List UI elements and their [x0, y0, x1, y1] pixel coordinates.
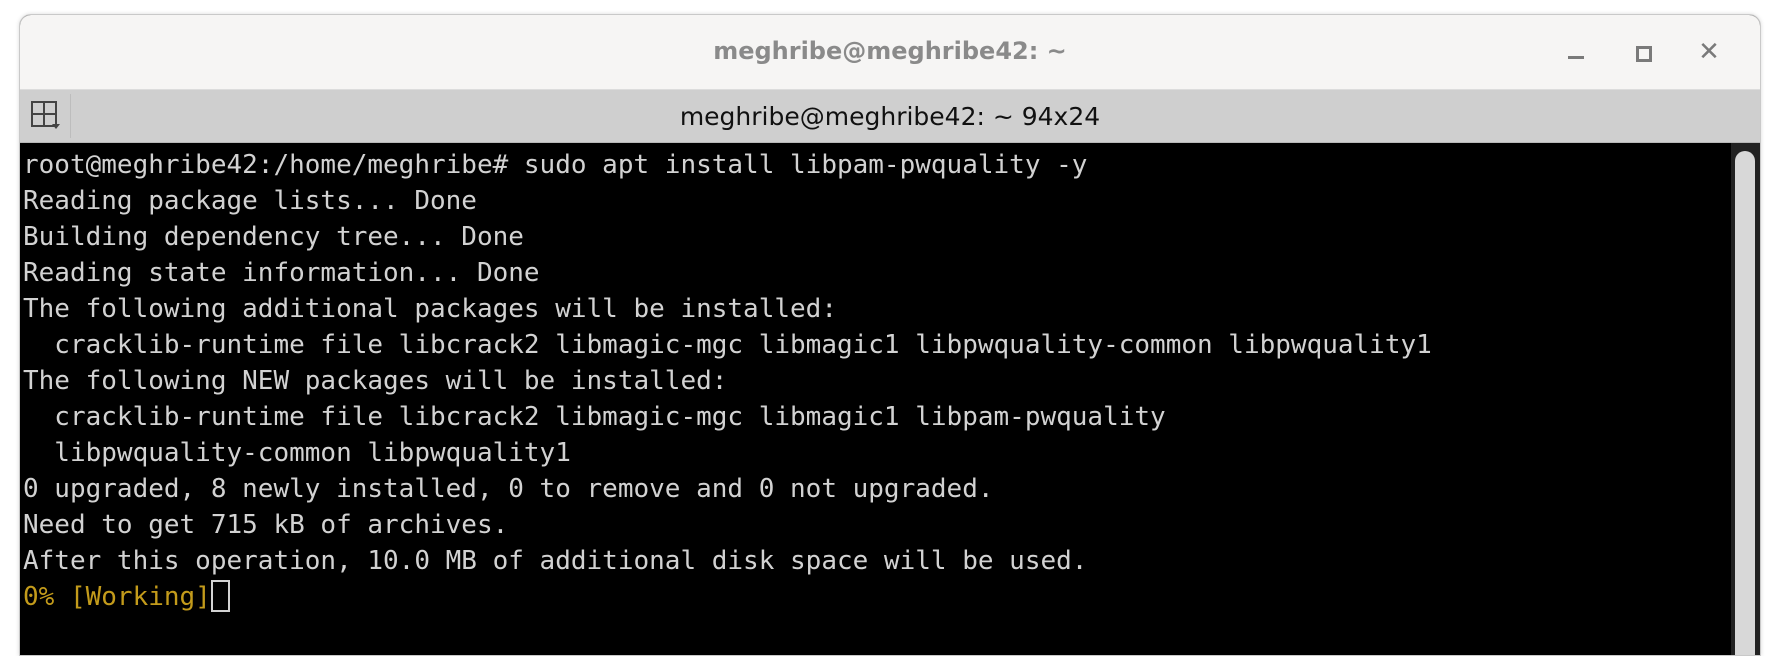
terminal-line: Need to get 715 kB of archives. — [23, 510, 509, 540]
scrollbar[interactable] — [1731, 143, 1760, 655]
terminal-line: After this operation, 10.0 MB of additio… — [23, 546, 1088, 576]
terminal-line: The following additional packages will b… — [23, 294, 837, 324]
terminal-line: cracklib-runtime file libcrack2 libmagic… — [23, 402, 1166, 432]
tab-bar: meghribe@meghribe42: ~ 94x24 — [20, 90, 1760, 143]
title-bar[interactable]: meghribe@meghribe42: ~ ✕ — [20, 15, 1760, 90]
progress-line: 0% [Working] — [23, 579, 1731, 615]
terminal-output[interactable]: root@meghribe42:/home/meghribe# sudo apt… — [20, 143, 1731, 655]
terminal-line: 0 upgraded, 8 newly installed, 0 to remo… — [23, 474, 994, 504]
close-icon: ✕ — [1698, 37, 1720, 67]
terminal-line: cracklib-runtime file libcrack2 libmagic… — [23, 330, 1432, 360]
terminal-window: meghribe@meghribe42: ~ ✕ meghribe@meghri… — [19, 14, 1761, 656]
tab-title[interactable]: meghribe@meghribe42: ~ 94x24 — [20, 102, 1760, 131]
terminal-line: Building dependency tree... Done — [23, 222, 524, 252]
window-title: meghribe@meghribe42: ~ — [713, 37, 1067, 65]
scrollbar-thumb[interactable] — [1735, 151, 1755, 655]
terminal-line: Reading state information... Done — [23, 258, 540, 288]
minimize-icon — [1568, 56, 1584, 59]
maximize-button[interactable] — [1627, 37, 1657, 67]
terminal-line: root@meghribe42:/home/meghribe# sudo apt… — [23, 150, 1088, 180]
terminal-line: The following NEW packages will be insta… — [23, 366, 728, 396]
maximize-icon — [1636, 46, 1652, 62]
text-cursor — [210, 580, 230, 612]
progress-text: 0% [Working] — [23, 582, 211, 612]
terminal-line: libpwquality-common libpwquality1 — [23, 438, 571, 468]
minimize-button[interactable] — [1560, 37, 1590, 67]
close-button[interactable]: ✕ — [1694, 37, 1724, 67]
terminal-line: Reading package lists... Done — [23, 186, 477, 216]
